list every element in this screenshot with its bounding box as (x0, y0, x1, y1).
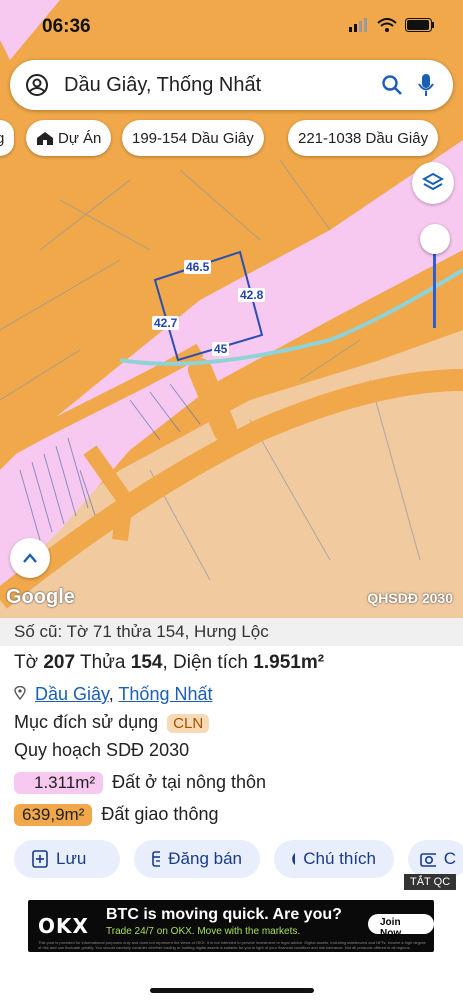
status-time: 06:36 (42, 16, 91, 37)
ad-subline: Trade 24/7 on OKX. Move with the markets… (106, 926, 301, 937)
chip-label: 199-154 Dầu Giây (132, 129, 254, 147)
ad-headline: BTC is moving quick. Are you? (106, 906, 342, 923)
zone-area-badge: 639,9m² (14, 804, 93, 826)
chip-partial[interactable]: g (0, 120, 14, 156)
post-for-sale-button[interactable]: Đăng bán (134, 840, 260, 878)
zone-row-residential: 1.311m² Đất ở tại nông thôn (14, 772, 266, 794)
chip-du-an[interactable]: Dự Án (26, 120, 112, 156)
chip-label: g (0, 129, 5, 147)
zone-name: Đất giao thông (101, 804, 219, 824)
zone-name: Đất ở tại nông thôn (112, 772, 267, 792)
purpose-label: Mục đích sử dụng (14, 712, 159, 732)
ad-cta-button[interactable]: Join Now (368, 914, 434, 939)
location-pin-icon (14, 685, 26, 701)
filter-chips: g Dự Án 199-154 Dầu Giây 221-1038 Dầu Gi… (0, 120, 463, 158)
action-bar: Lưu Đăng bán Chú thích C (14, 840, 463, 878)
building-icon (37, 132, 53, 145)
chevron-up-icon (23, 553, 37, 563)
camera-label: C (443, 849, 456, 868)
to-value: 207 (43, 652, 76, 673)
area-value: 1.951m² (253, 652, 325, 673)
wifi-icon (377, 18, 397, 32)
post-for-sale-label: Đăng bán (168, 849, 242, 868)
to-label: Tờ (14, 652, 39, 673)
status-icons (349, 18, 435, 32)
zone-area-badge: 1.311m² (14, 772, 104, 794)
search-bar[interactable]: Dầu Giây, Thống Nhất (10, 60, 453, 110)
opacity-slider-knob[interactable] (420, 224, 450, 254)
zone-row-traffic: 639,9m² Đất giao thông (14, 804, 218, 826)
listing-icon (152, 851, 161, 867)
legend-button[interactable]: Chú thích (274, 840, 394, 878)
layers-button[interactable] (412, 162, 454, 204)
search-input[interactable]: Dầu Giây, Thống Nhất (64, 74, 379, 97)
contrast-icon (292, 852, 296, 866)
usage-purpose: Mục đích sử dụng CLN (14, 712, 210, 733)
parcel-location: Dầu Giây, Thống Nhất (14, 684, 212, 705)
save-button[interactable]: Lưu (14, 840, 120, 878)
account-icon[interactable] (24, 72, 50, 98)
location-link-district[interactable]: Dầu Giây (35, 684, 109, 704)
old-parcel-number: Số cũ: Tờ 71 thửa 154, Hưng Lộc (0, 618, 463, 646)
status-bar: 06:36 (0, 0, 463, 52)
hide-ads-button[interactable]: TẮT QC (404, 874, 457, 890)
thua-label: Thửa (80, 652, 126, 673)
location-separator: , (108, 684, 114, 704)
signal-icon (349, 18, 367, 32)
chip-label: Dự Án (58, 129, 102, 147)
layers-icon (422, 172, 444, 191)
bookmark-plus-icon (32, 850, 48, 868)
dimension-right: 42.8 (238, 288, 266, 302)
location-link-province[interactable]: Thống Nhất (118, 684, 212, 704)
parcel-summary: Tờ 207 Thửa 154, Diện tích 1.951m² (14, 652, 325, 673)
dimension-left: 42.7 (152, 316, 180, 330)
chip-221-1038[interactable]: 221-1038 Dầu Giây (288, 120, 439, 156)
expand-panel-button[interactable] (10, 538, 50, 578)
plan-label: Quy hoạch SDĐ 2030 (14, 740, 190, 760)
home-indicator[interactable] (150, 988, 314, 993)
camera-plus-icon (420, 853, 436, 867)
parcel-info-panel: Số cũ: Tờ 71 thửa 154, Hưng Lộc Tờ 207 T… (0, 618, 463, 1000)
area-label: Diện tích (173, 652, 248, 673)
thua-value: 154 (130, 652, 163, 673)
opacity-slider-track[interactable] (433, 254, 436, 328)
purpose-code-badge: CLN (167, 714, 210, 733)
dimension-top: 46.5 (184, 260, 212, 274)
plan-tag: QHSDĐ 2030 (367, 590, 453, 606)
legend-label: Chú thích (303, 849, 376, 868)
chip-label: 221-1038 Dầu Giây (298, 129, 429, 147)
microphone-icon[interactable] (413, 72, 439, 98)
save-label: Lưu (56, 849, 87, 868)
ad-fine-print: This post is provided for informational … (38, 940, 426, 950)
ad-logo: OKX (38, 914, 89, 938)
dimension-bottom: 45 (212, 342, 230, 356)
chip-199-154[interactable]: 199-154 Dầu Giây (122, 120, 264, 156)
map-view[interactable]: 46.5 42.8 42.7 45 06:36 Dầu Giây, Thống … (0, 0, 463, 618)
ad-banner[interactable]: OKX BTC is moving quick. Are you? Trade … (28, 900, 434, 952)
search-icon[interactable] (379, 72, 405, 98)
camera-button[interactable]: C (408, 840, 463, 878)
battery-icon (405, 18, 434, 32)
google-logo: Google (6, 586, 75, 608)
